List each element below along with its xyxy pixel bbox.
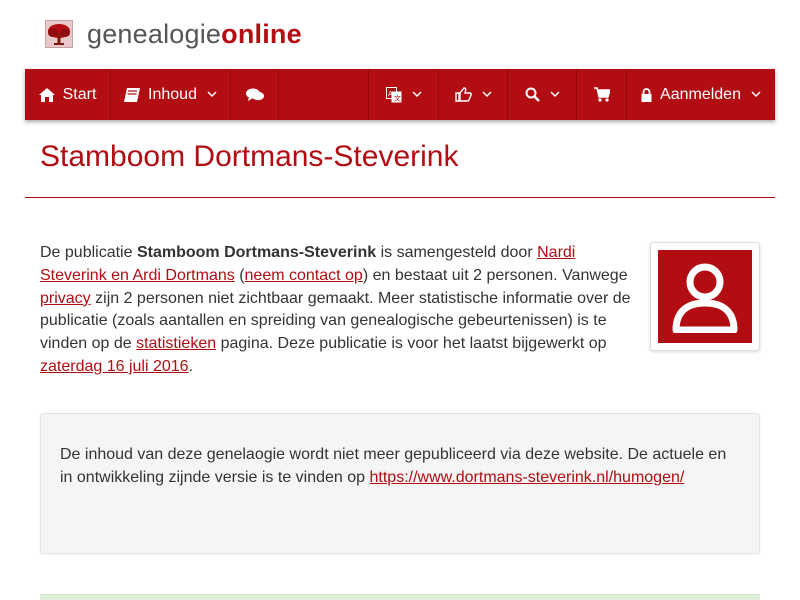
nav-inhoud[interactable]: Inhoud: [111, 69, 231, 120]
intro-text: De publicatie: [40, 244, 137, 261]
intro-text: (: [234, 266, 245, 284]
success-alert: [40, 594, 760, 600]
title-divider: [25, 197, 775, 198]
cart-icon: [593, 87, 610, 102]
nav-inhoud-label: Inhoud: [148, 85, 197, 103]
svg-text:A: A: [388, 90, 393, 98]
nav-language[interactable]: A文: [369, 69, 439, 120]
nav-chat[interactable]: [231, 69, 279, 120]
last-updated-date-link[interactable]: zaterdag 16 juli 2016: [40, 358, 189, 375]
chevron-down-icon: [411, 91, 422, 98]
contact-link[interactable]: neem contact op: [245, 267, 363, 284]
chevron-down-icon: [549, 91, 560, 98]
translate-icon: A文: [385, 86, 402, 103]
book-icon: [124, 87, 141, 102]
logo-text-part2: online: [221, 18, 302, 49]
publication-name: Stamboom Dortmans-Steverink: [136, 244, 377, 261]
thumbs-up-icon: [454, 87, 472, 102]
site-logo[interactable]: genealogieonline: [45, 14, 302, 54]
intro-text: .: [188, 357, 194, 375]
nav-login-label: Aanmelden: [660, 85, 741, 103]
lock-icon: [641, 87, 652, 102]
nav-login[interactable]: Aanmelden: [627, 69, 775, 120]
svg-text:文: 文: [394, 93, 401, 102]
privacy-link[interactable]: privacy: [40, 290, 91, 307]
chevron-down-icon: [751, 91, 761, 98]
logo-text-part1: genealogie: [87, 18, 222, 49]
intro-text: ) en bestaat uit 2 personen. Vanwege: [362, 266, 628, 284]
nav-cart[interactable]: [577, 69, 627, 120]
page-title: Stamboom Dortmans-Steverink: [40, 140, 459, 173]
nav-start[interactable]: Start: [25, 69, 111, 120]
search-icon: [525, 87, 540, 102]
statistics-link[interactable]: statistieken: [136, 335, 216, 352]
nav-spacer: [279, 69, 369, 120]
publication-intro: De publicatie Stamboom Dortmans-Steverin…: [40, 242, 635, 379]
author-avatar[interactable]: [650, 242, 760, 351]
chevron-down-icon: [207, 91, 217, 98]
site-logo-text: genealogieonline: [87, 19, 302, 50]
user-avatar-icon: [658, 250, 752, 343]
tree-logo-icon: [45, 20, 73, 48]
chevron-down-icon: [481, 91, 492, 98]
main-navbar: Start Inhoud A文 Aanmelden: [25, 69, 775, 120]
home-icon: [38, 87, 55, 102]
nav-start-label: Start: [62, 85, 97, 103]
nav-search[interactable]: [508, 69, 577, 120]
comments-icon: [245, 88, 264, 102]
relocation-notice: De inhoud van deze genelaogie wordt niet…: [40, 413, 760, 554]
intro-text: is samengesteld door: [376, 244, 538, 261]
intro-text: pagina. Deze publicatie is voor het laat…: [216, 335, 607, 353]
new-site-link[interactable]: https://www.dortmans-steverink.nl/humoge…: [370, 469, 685, 486]
nav-share[interactable]: [439, 69, 508, 120]
